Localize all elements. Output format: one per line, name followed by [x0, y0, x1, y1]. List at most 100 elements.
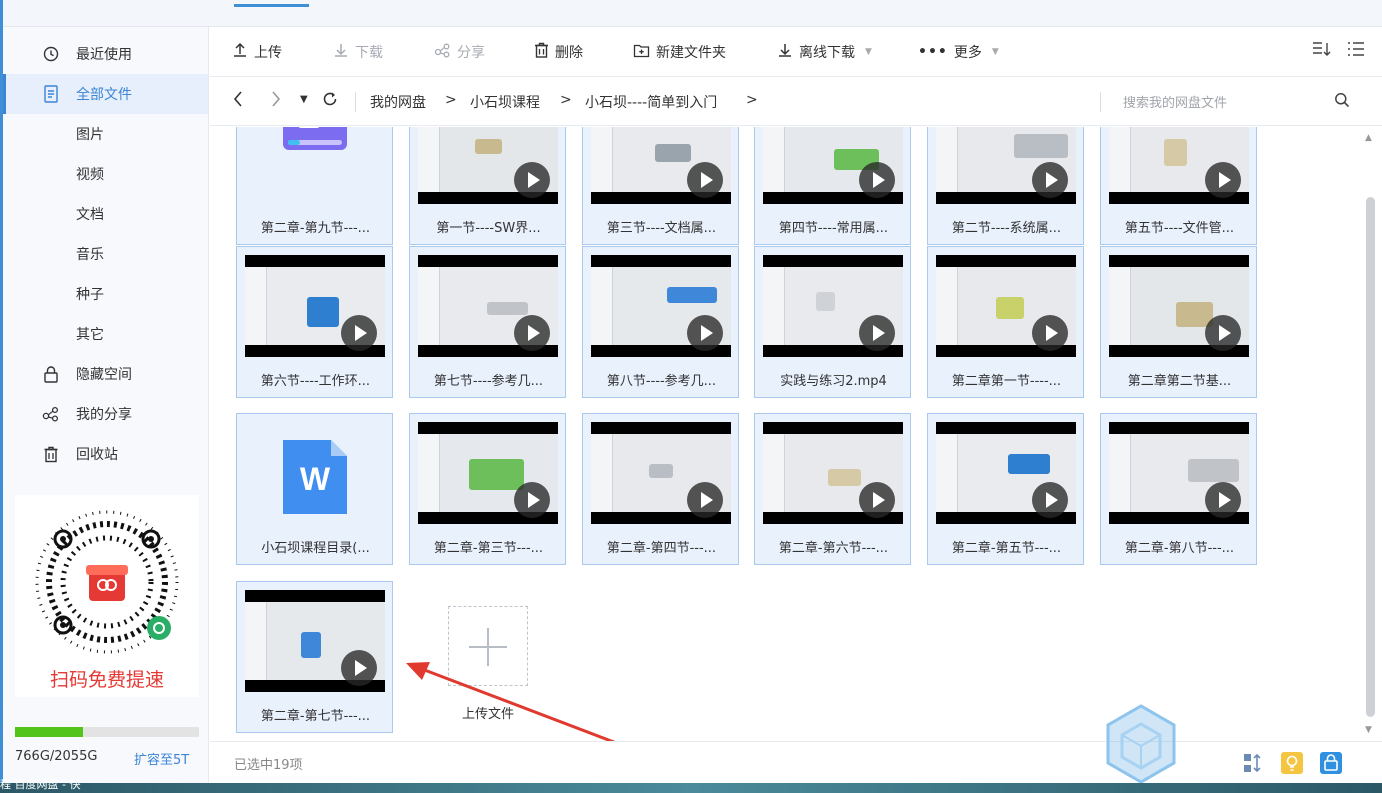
scrollbar-thumb[interactable]	[1366, 197, 1375, 717]
sidebar-item-label: 种子	[76, 287, 104, 303]
sidebar-item-videos[interactable]: 视频	[3, 154, 208, 194]
play-icon	[687, 482, 723, 518]
file-card[interactable]: 第四节----常用属...	[754, 127, 911, 245]
more-button[interactable]: ••• 更多 ▼	[918, 27, 999, 77]
file-card[interactable]: 第二章-第五节---...	[927, 413, 1084, 565]
play-icon	[1205, 482, 1241, 518]
trash-icon	[534, 42, 549, 62]
app-window: 最近使用 全部文件 图片 视频 文档 音乐 种子 其它 隐藏空间 我的分享 回收…	[0, 0, 1382, 786]
sidebar-item-music[interactable]: 音乐	[3, 234, 208, 274]
play-icon	[1205, 162, 1241, 198]
new-folder-icon	[633, 43, 650, 62]
promo-qr-panel[interactable]: 扫码免费提速	[15, 495, 199, 697]
sidebar-item-recycle-bin[interactable]: 回收站	[3, 434, 208, 474]
taskbar	[0, 783, 1382, 793]
scroll-up-icon[interactable]: ▲	[1365, 133, 1372, 143]
play-icon	[1032, 482, 1068, 518]
file-name: 第二章第一节----...	[951, 374, 1062, 389]
file-card[interactable]: 第八节----参考几...	[582, 246, 739, 398]
sidebar-item-label: 其它	[76, 327, 104, 343]
file-card[interactable]: 第六节----工作环...	[236, 246, 393, 398]
video-thumbnail	[591, 422, 731, 524]
breadcrumb-item[interactable]: 小石坝----简单到入门	[585, 92, 717, 112]
file-name: 第二章-第八节---...	[1124, 541, 1235, 556]
file-name: 第七节----参考几...	[433, 374, 544, 389]
sidebar-item-images[interactable]: 图片	[3, 114, 208, 154]
file-card[interactable]: 第一节----SW界...	[409, 127, 566, 245]
trash-icon	[41, 444, 61, 464]
sidebar-item-all-files[interactable]: 全部文件	[3, 74, 208, 114]
file-card[interactable]: 第五节----文件管...	[1100, 127, 1257, 245]
scroll-down-icon[interactable]: ▼	[1365, 725, 1372, 735]
file-card[interactable]: 第七节----参考几...	[409, 246, 566, 398]
file-card[interactable]: 第二章-第七节---...	[236, 581, 393, 733]
safe-box-icon[interactable]	[1320, 752, 1342, 774]
search-icon[interactable]	[1334, 92, 1350, 112]
file-card[interactable]: 第二章-第九节---...	[236, 127, 393, 245]
play-icon	[859, 162, 895, 198]
file-card[interactable]: 实践与练习2.mp4	[754, 246, 911, 398]
file-name: 第六节----工作环...	[260, 374, 371, 389]
svg-text:W: W	[300, 461, 331, 497]
file-card[interactable]: 第二章-第六节---...	[754, 413, 911, 565]
upload-icon	[232, 42, 248, 62]
sidebar-item-my-shares[interactable]: 我的分享	[3, 394, 208, 434]
offline-download-button[interactable]: 离线下载 ▼	[777, 27, 872, 77]
download-button[interactable]: 下载	[333, 27, 383, 77]
play-icon	[1205, 315, 1241, 351]
document-icon	[41, 84, 61, 104]
sidebar-item-hidden-space[interactable]: 隐藏空间	[3, 354, 208, 394]
file-card[interactable]: 第二章-第四节---...	[582, 413, 739, 565]
sidebar-item-docs[interactable]: 文档	[3, 194, 208, 234]
search-input[interactable]: 搜索我的网盘文件	[1123, 92, 1227, 111]
history-dropdown-icon[interactable]: ▼	[300, 94, 308, 105]
video-thumbnail	[591, 255, 731, 357]
download-icon	[333, 42, 349, 62]
file-name: 第三节----文档属...	[606, 221, 717, 236]
expand-storage-link[interactable]: 扩容至5T	[134, 749, 189, 768]
file-name: 第二章-第四节---...	[606, 541, 717, 556]
delete-label: 删除	[555, 45, 583, 61]
toolbar: 上传 下载 分享 删除 新建文件夹 离线下载 ▼ ••• 更多 ▼	[210, 27, 1382, 77]
new-folder-button[interactable]: 新建文件夹	[633, 27, 726, 77]
breadcrumb-item[interactable]: 小石坝课程	[470, 92, 540, 112]
forward-icon[interactable]	[270, 90, 282, 113]
file-card[interactable]: 第二节----系统属...	[927, 127, 1084, 245]
red-arrow-annotation	[406, 662, 616, 741]
sidebar-item-torrents[interactable]: 种子	[3, 274, 208, 314]
file-card[interactable]: 第二章-第三节---...	[409, 413, 566, 565]
breadcrumb-separator: >	[445, 92, 457, 108]
play-icon	[514, 482, 550, 518]
back-icon[interactable]	[232, 90, 244, 113]
delete-button[interactable]: 删除	[534, 27, 583, 77]
play-icon	[687, 162, 723, 198]
share-button[interactable]: 分享	[434, 27, 485, 77]
transfer-icon[interactable]	[1242, 752, 1264, 774]
file-card[interactable]: 第二章第一节----...	[927, 246, 1084, 398]
file-card[interactable]: W 小石坝课程目录(...	[236, 413, 393, 565]
sidebar-item-label: 文档	[76, 207, 104, 223]
sidebar-item-label: 回收站	[76, 447, 118, 463]
video-thumbnail	[1109, 255, 1249, 357]
file-card[interactable]: 第二章-第八节---...	[1100, 413, 1257, 565]
sidebar-item-other[interactable]: 其它	[3, 314, 208, 354]
video-file-icon	[282, 127, 348, 156]
upload-button[interactable]: 上传	[232, 27, 282, 77]
file-card[interactable]: 第二章第二节基...	[1100, 246, 1257, 398]
sort-icon[interactable]	[1312, 41, 1332, 61]
file-name: 第四节----常用属...	[778, 221, 889, 236]
lightbulb-icon[interactable]	[1281, 752, 1303, 774]
sidebar: 最近使用 全部文件 图片 视频 文档 音乐 种子 其它 隐藏空间 我的分享 回收…	[3, 27, 209, 783]
word-document-icon: W	[281, 438, 349, 520]
video-thumbnail	[418, 255, 558, 357]
sidebar-item-recent[interactable]: 最近使用	[3, 34, 208, 74]
breadcrumb-item[interactable]: 我的网盘	[370, 92, 426, 112]
file-card[interactable]: 第三节----文档属...	[582, 127, 739, 245]
taskbar-window-title: 程 百度网盘 - 快	[0, 778, 81, 791]
refresh-icon[interactable]	[321, 90, 339, 113]
list-view-icon[interactable]	[1347, 41, 1365, 61]
scrollbar[interactable]: ▲ ▼	[1360, 127, 1382, 741]
video-thumbnail	[1109, 422, 1249, 524]
more-label: 更多	[953, 45, 982, 61]
floating-cube-widget-icon[interactable]	[1102, 702, 1180, 786]
